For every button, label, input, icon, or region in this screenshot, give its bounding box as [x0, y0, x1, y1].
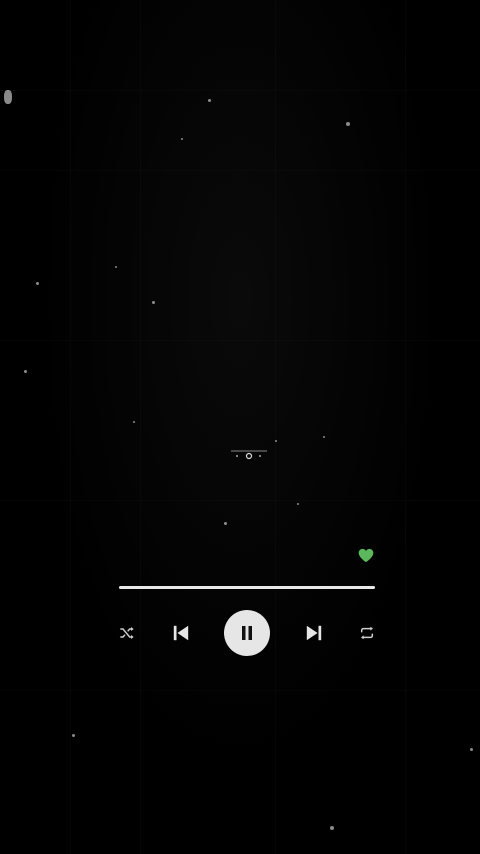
texture-line	[0, 170, 480, 171]
skip-previous-icon	[173, 625, 189, 641]
dust-speck	[115, 266, 117, 268]
dust-speck	[323, 436, 325, 438]
shuffle-button[interactable]	[116, 622, 138, 644]
repeat-icon	[360, 626, 374, 640]
dust-speck	[152, 301, 155, 304]
progress-fill	[119, 586, 375, 589]
dust-speck	[297, 503, 299, 505]
dust-speck	[36, 282, 39, 285]
next-button[interactable]	[301, 620, 327, 646]
dust-speck	[470, 748, 473, 751]
texture-line	[70, 0, 71, 854]
dust-speck	[24, 370, 27, 373]
texture-line	[405, 0, 406, 854]
now-playing-screen	[0, 0, 480, 854]
play-pause-button[interactable]	[224, 610, 270, 656]
dust-speck	[275, 440, 277, 442]
dust-speck	[133, 421, 135, 423]
shuffle-icon	[120, 627, 134, 639]
dust-speck	[224, 522, 227, 525]
dust-speck	[181, 138, 183, 140]
previous-button[interactable]	[168, 620, 194, 646]
texture-line	[0, 340, 480, 341]
dust-speck	[346, 122, 350, 126]
texture-line	[275, 0, 276, 854]
texture-line	[0, 500, 480, 501]
heart-icon	[358, 548, 374, 562]
repeat-button[interactable]	[356, 622, 378, 644]
skip-next-icon	[306, 625, 322, 641]
dust-speck	[72, 734, 75, 737]
texture-line	[0, 90, 480, 91]
texture-line	[140, 0, 141, 854]
like-button[interactable]	[357, 546, 375, 564]
dust-speck	[330, 826, 334, 830]
center-dot-icon	[229, 448, 269, 464]
progress-bar[interactable]	[119, 586, 375, 589]
dust-speck	[4, 90, 12, 104]
pause-icon	[242, 626, 252, 640]
texture-line	[0, 690, 480, 691]
dust-speck	[208, 99, 211, 102]
